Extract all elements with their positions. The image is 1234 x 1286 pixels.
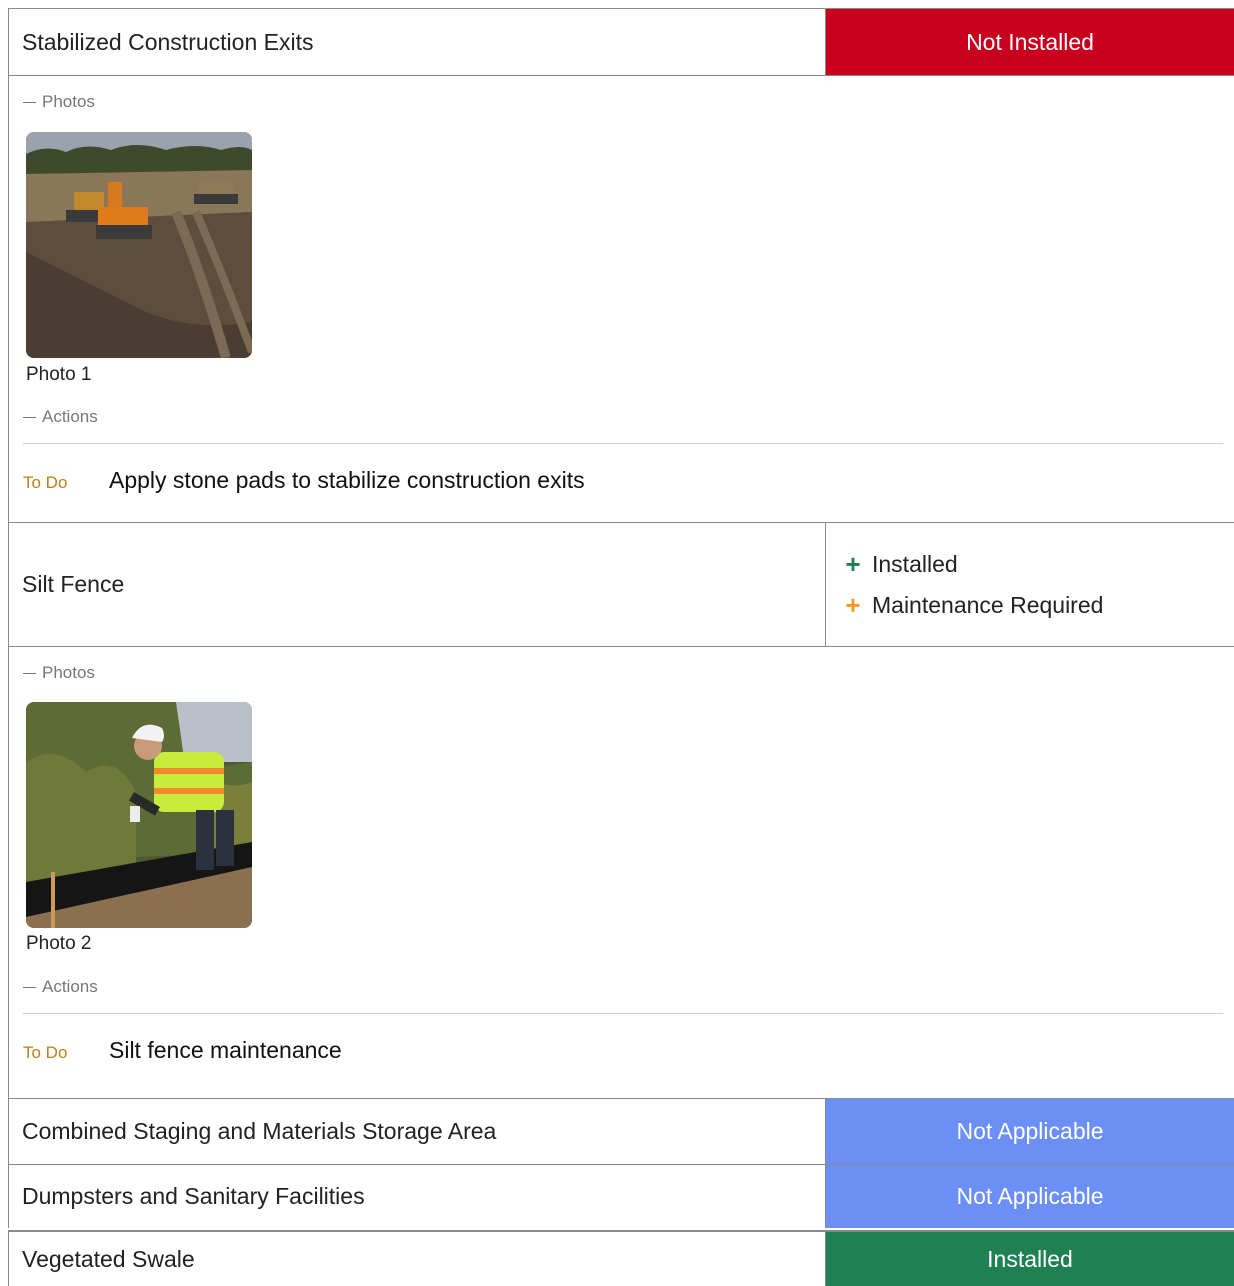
status-badge-not-applicable: Not Applicable — [826, 1165, 1234, 1228]
actions-label: Actions — [42, 407, 98, 426]
photo-caption: Photo 2 — [26, 933, 92, 954]
status-badge-not-installed: Not Installed — [826, 9, 1234, 75]
collapse-icon — [23, 672, 36, 674]
action-item[interactable]: To Do Silt fence maintenance — [23, 1037, 342, 1064]
divider — [23, 443, 1223, 444]
photos-toggle[interactable]: Photos — [23, 92, 95, 112]
bmp-row-stabilized-construction-exits[interactable]: Stabilized Construction Exits Not Instal… — [8, 8, 1234, 75]
action-item[interactable]: To Do Apply stone pads to stabilize cons… — [23, 467, 585, 494]
bmp-row-combined-staging[interactable]: Combined Staging and Materials Storage A… — [8, 1098, 1234, 1164]
collapse-icon — [23, 101, 36, 103]
bmp-name: Silt Fence — [9, 523, 826, 646]
action-text: Apply stone pads to stabilize constructi… — [109, 467, 585, 493]
actions-toggle[interactable]: Actions — [23, 977, 98, 997]
photo-thumbnail[interactable] — [26, 132, 252, 358]
collapse-icon — [23, 986, 36, 988]
action-status-tag: To Do — [23, 473, 68, 492]
photos-label: Photos — [42, 92, 95, 111]
plus-icon: + — [845, 549, 861, 579]
bmp-name: Vegetated Swale — [9, 1232, 826, 1286]
silt-fence-worker-photo — [26, 702, 252, 928]
plus-icon: + — [845, 590, 861, 620]
actions-label: Actions — [42, 977, 98, 996]
left-border — [8, 1092, 9, 1098]
action-status-tag: To Do — [23, 1043, 68, 1062]
bmp-row-dumpsters[interactable]: Dumpsters and Sanitary Facilities Not Ap… — [8, 1164, 1234, 1228]
bmp-name: Combined Staging and Materials Storage A… — [9, 1099, 826, 1164]
collapse-icon — [23, 416, 36, 418]
status-badge-installed: Installed — [826, 1232, 1234, 1286]
bmp-name: Stabilized Construction Exits — [9, 9, 826, 75]
status-label: Installed — [872, 550, 958, 577]
status-label: Maintenance Required — [872, 591, 1104, 618]
photo-thumbnail[interactable] — [26, 702, 252, 928]
bmp-detail-stabilized-construction-exits: Photos Photo 1 Actions To Do Apply stone… — [8, 75, 1234, 522]
bmp-row-vegetated-swale[interactable]: Vegetated Swale Installed — [8, 1230, 1234, 1286]
bmp-name: Dumpsters and Sanitary Facilities — [9, 1165, 826, 1228]
bmp-row-silt-fence[interactable]: Silt Fence + Installed + Maintenance Req… — [8, 522, 1234, 646]
status-badge-not-applicable: Not Applicable — [826, 1099, 1234, 1164]
photo-caption: Photo 1 — [26, 364, 92, 385]
photos-toggle[interactable]: Photos — [23, 663, 95, 683]
status-list: + Installed + Maintenance Required — [826, 523, 1234, 646]
bmp-report: Stabilized Construction Exits Not Instal… — [0, 0, 1234, 1286]
status-maintenance-required: + Maintenance Required — [842, 592, 1234, 619]
status-installed: + Installed — [842, 551, 1234, 578]
actions-toggle[interactable]: Actions — [23, 407, 98, 427]
divider — [23, 1013, 1223, 1014]
photos-label: Photos — [42, 663, 95, 682]
bmp-detail-silt-fence: Photos Photo 2 Actions To Do Silt fence … — [8, 646, 1234, 1092]
action-text: Silt fence maintenance — [109, 1037, 342, 1063]
construction-site-photo — [26, 132, 252, 358]
